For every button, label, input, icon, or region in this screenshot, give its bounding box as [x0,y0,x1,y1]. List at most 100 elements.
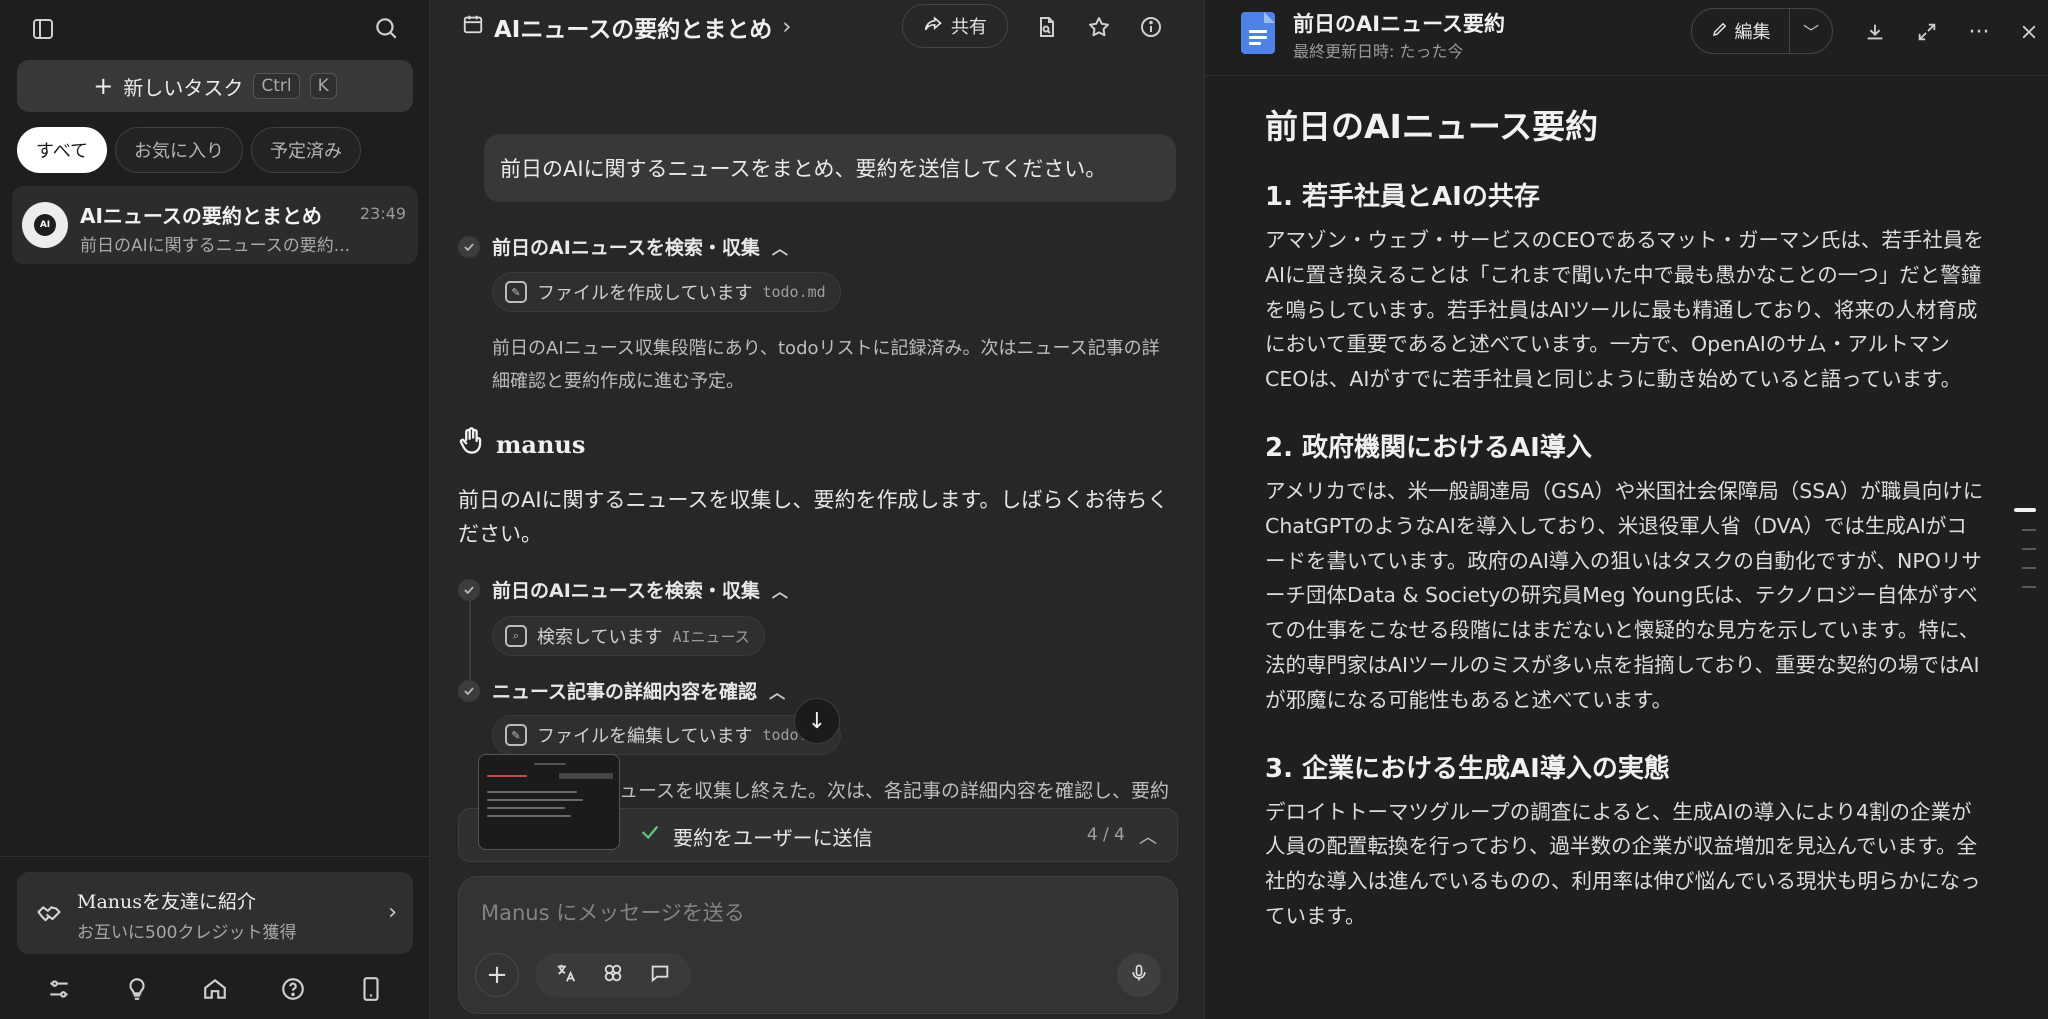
composer-input[interactable]: Manus にメッセージを送る [481,897,745,927]
sidebar-bottom-bar [0,968,430,1014]
more-options-icon[interactable]: ··· [1965,18,1993,46]
chat-bubble-icon[interactable] [649,962,671,988]
tool-call-pill[interactable]: ✎ ファイルを作成しています todo.md [492,272,841,312]
computer-preview-thumbnail[interactable] [478,754,620,850]
document-name: 前日のAIニュース要約 [1293,12,1506,36]
mobile-icon[interactable] [358,976,384,1006]
star-icon[interactable] [1084,12,1114,42]
step-title: 前日のAIニュースを検索・収集 [492,580,760,602]
tool-arg: AIニュース [672,627,750,646]
manus-brand-text: manus [496,429,586,459]
plus-icon: + [93,72,114,100]
outline-scroll-markers[interactable] [2012,508,2036,605]
sidebar: + 新しいタスク Ctrl K すべて お気に入り 予定済み AI AIニュース… [0,0,430,1019]
arrow-down-icon: ↓ [807,708,827,734]
home-icon[interactable] [202,976,228,1006]
assistant-message: 前日のAIに関するニュースを収集し、要約を作成します。しばらくお待ちください。 [458,488,1169,546]
step-note: 前日のAIニュース収集段階にあり、todoリストに記録済み。次はニュース記事の詳… [492,338,1160,392]
sidebar-divider [0,856,430,857]
edit-button-group: 編集 ﹀ [1691,8,1833,54]
task-time: 23:49 [359,204,406,223]
share-label: 共有 [951,17,987,38]
download-icon[interactable] [1861,18,1889,46]
tool-label: 検索しています [537,627,663,648]
step-note: ニュースを収集し終えた。次は、各記事の詳細内容を確認し、要約 [600,780,1170,802]
step-title: 前日のAIニュースを検索・収集 [492,237,760,259]
referral-card[interactable]: Manusを友達に紹介 お互いに500クレジット獲得 › [17,872,413,954]
task-preview: 前日のAIに関するニュースの要約... [80,236,351,256]
task-filters: すべて お気に入り 予定済み [17,127,362,173]
document-panel: 前日のAIニュース要約 最終更新日時: たった今 編集 ﹀ ··· 前日のAIニ… [1204,0,2048,1019]
outline-marker[interactable] [2022,586,2036,588]
close-icon[interactable] [2015,18,2043,46]
file-view-icon[interactable] [1032,12,1062,42]
task-avatar: AI [22,202,68,248]
microphone-button[interactable] [1117,953,1161,997]
message-composer[interactable]: Manus にメッセージを送る + [458,876,1178,1014]
info-icon[interactable] [1136,12,1166,42]
sidebar-toggle-icon[interactable] [28,14,58,44]
filter-all[interactable]: すべて [17,127,108,173]
filter-favorites[interactable]: お気に入り [115,127,244,173]
referral-subtitle: お互いに500クレジット獲得 [77,923,297,943]
new-task-button[interactable]: + 新しいタスク Ctrl K [17,60,413,112]
section-heading: 2. 政府機関におけるAI導入 [1265,432,1592,463]
share-icon [923,14,943,39]
user-message: 前日のAIに関するニュースをまとめ、要約を送信してください。 [484,134,1176,202]
chevron-down-icon[interactable]: ﹀ [1790,19,1832,43]
filter-scheduled[interactable]: 予定済み [251,127,362,173]
outline-marker[interactable] [2022,529,2036,531]
lightbulb-icon[interactable] [124,976,150,1006]
check-icon [458,578,480,601]
section-body: アメリカでは、米一般調達局（GSA）や米国社会保障局（SSA）が職員向けにCha… [1265,478,1984,712]
manus-hand-icon [458,426,486,462]
step-header[interactable]: 前日のAIニュースを検索・収集 ︿ [458,576,788,603]
chat-title-text: AIニュースの要約とまとめ [494,17,773,43]
tool-call-pill[interactable]: ⌕ 検索しています AIニュース [492,616,765,656]
tool-label: ファイルを編集しています [537,726,753,747]
expand-icon[interactable] [1913,18,1941,46]
document-header: 前日のAIニュース要約 最終更新日時: たった今 編集 ﹀ ··· [1205,0,2048,76]
outline-marker[interactable] [2022,567,2036,569]
chevron-up-icon: ︿ [771,581,788,601]
chevron-up-icon: ︿ [1139,827,1157,848]
outline-marker[interactable] [2022,548,2036,550]
section-heading: 3. 企業における生成AI導入の実態 [1265,753,1670,784]
connector-icon[interactable] [602,962,624,988]
chat-title[interactable]: AIニュースの要約とまとめ › [462,10,791,44]
document-heading: 前日のAIニュース要約 [1265,107,1599,146]
progress-count: 4 / 4 [1086,825,1125,845]
microphone-icon [1129,963,1149,987]
scroll-to-bottom-button[interactable]: ↓ [794,698,840,744]
translate-icon[interactable] [555,962,577,988]
task-list-item[interactable]: AI AIニュースの要約とまとめ 23:49 前日のAIに関するニュースの要約.… [12,186,418,264]
task-title: AIニュースの要約とまとめ [80,204,322,228]
add-attachment-button[interactable]: + [475,953,519,997]
shortcut-k: K [309,73,337,99]
search-icon[interactable] [370,12,402,44]
shortcut-ctrl: Ctrl [253,73,300,99]
edit-button[interactable]: 編集 [1692,9,1790,53]
check-icon [458,679,480,702]
sidebar-header [0,0,430,58]
ai-badge-icon: AI [34,214,56,236]
share-button[interactable]: 共有 [902,4,1008,48]
chevron-right-icon: › [782,14,792,40]
section-heading: 1. 若手社員とAIの共存 [1265,182,1540,212]
search-icon: ⌕ [505,625,527,647]
pencil-icon [1711,20,1729,43]
outline-marker[interactable] [2014,508,2036,512]
tool-call-pill[interactable]: ✎ ファイルを編集しています todo.md [492,715,841,755]
check-icon [458,235,480,258]
step-header[interactable]: ニュース記事の詳細内容を確認 ︿ [458,677,785,704]
edit-file-icon: ✎ [505,724,527,746]
step-title: ニュース記事の詳細内容を確認 [492,681,758,703]
timeline-connector [469,600,471,680]
settings-sliders-icon[interactable] [46,976,72,1006]
edit-file-icon: ✎ [505,281,527,303]
document-body: 前日のAIニュース要約 1. 若手社員とAIの共存 アマゾン・ウェブ・サービスの… [1265,100,1985,964]
chat-header: AIニュースの要約とまとめ › 共有 [430,0,1204,52]
step-header[interactable]: 前日のAIニュースを検索・収集 ︿ [458,233,788,260]
google-doc-icon [1241,12,1275,54]
help-icon[interactable] [280,976,306,1006]
